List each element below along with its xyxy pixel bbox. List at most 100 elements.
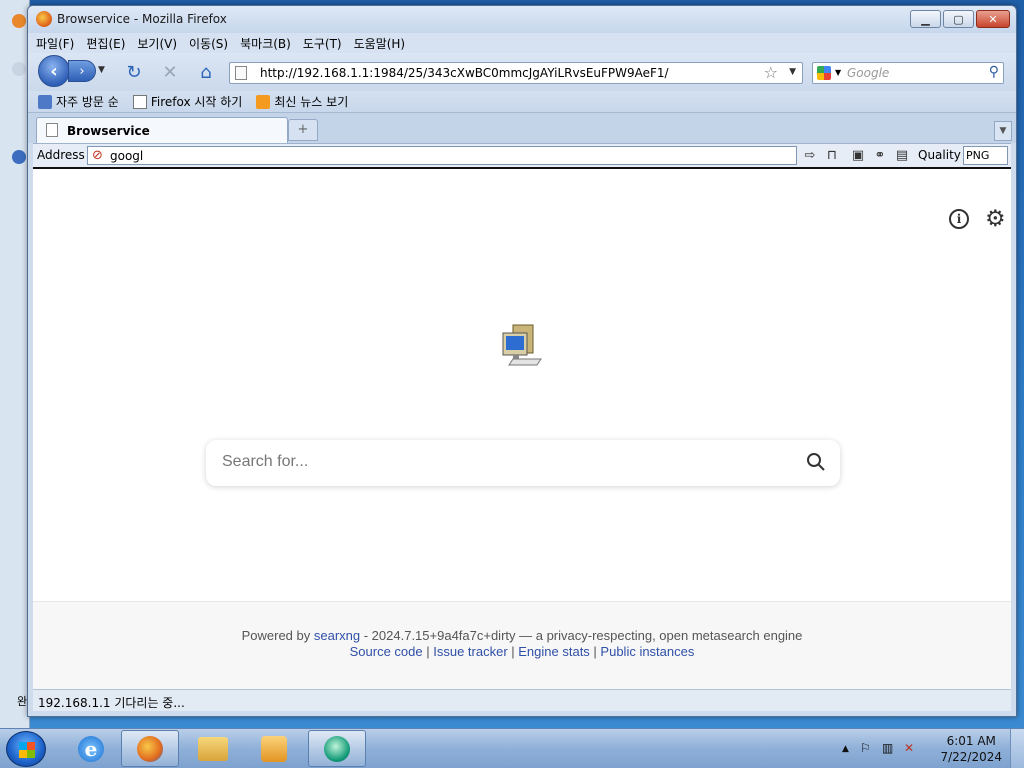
clock-date: 7/22/2024 <box>940 750 1002 764</box>
bookmark-label: Firefox 시작 하기 <box>150 95 243 109</box>
rss-icon <box>256 94 271 109</box>
find-icon[interactable]: ⚭ <box>871 147 889 165</box>
bookmark-label: 최신 뉴스 보기 <box>274 95 349 109</box>
menu-tools[interactable]: 도구(T) <box>303 35 342 52</box>
tab-browservice[interactable]: Browservice <box>36 117 288 143</box>
back-button-icon <box>12 62 26 76</box>
taskbar-app[interactable] <box>308 730 366 767</box>
taskbar-internet-explorer[interactable]: e <box>62 730 120 767</box>
search-icon[interactable]: ⚲ <box>989 64 999 80</box>
gear-icon[interactable]: ⚙ <box>985 207 1006 231</box>
title-bar[interactable]: Browservice - Mozilla Firefox ▁ ▢ ✕ <box>28 6 1016 33</box>
page-icon <box>132 94 147 109</box>
public-instances-link[interactable]: Public instances <box>600 644 694 659</box>
address-input[interactable]: ⊘ googl <box>87 146 797 165</box>
menu-help[interactable]: 도움말(H) <box>354 35 406 52</box>
back-button[interactable]: ‹ <box>38 55 70 87</box>
volume-muted-icon[interactable]: ✕ <box>904 741 914 755</box>
clipboard-icon[interactable]: ▤ <box>893 147 911 165</box>
bookmark-latest-headlines[interactable]: 최신 뉴스 보기 <box>256 93 348 110</box>
issue-tracker-link[interactable]: Issue tracker <box>433 644 507 659</box>
forward-arrow-icon: › <box>79 63 85 79</box>
address-label: Address <box>37 148 85 162</box>
menu-file[interactable]: 파일(F) <box>36 35 74 52</box>
search-placeholder[interactable]: Search for... <box>222 453 308 471</box>
menu-bookmarks[interactable]: 북마크(B) <box>240 35 291 52</box>
search-icon[interactable] <box>806 452 826 472</box>
firefox-window: Browservice - Mozilla Firefox ▁ ▢ ✕ 파일(F… <box>27 5 1017 717</box>
background-window-text: 완 <box>17 695 28 708</box>
search-placeholder[interactable]: Google <box>847 66 889 80</box>
internet-explorer-icon: e <box>78 735 104 762</box>
taskbar-explorer[interactable] <box>184 730 242 767</box>
save-icon[interactable]: ▣ <box>849 147 867 165</box>
status-text: 192.168.1.1 기다리는 중... <box>38 696 185 710</box>
app-icon <box>324 735 350 762</box>
back-forward-group: ‹ › ▼ <box>38 55 114 87</box>
clock[interactable]: 6:01 AM 7/22/2024 <box>940 733 1002 765</box>
back-arrow-icon: ‹ <box>50 60 58 82</box>
address-value[interactable]: googl <box>110 149 143 163</box>
web-content: i ⚙ Search for... Powered by searxng - 2… <box>33 167 1011 691</box>
page-top-icons: i ⚙ <box>931 207 1011 233</box>
bookmark-getting-started[interactable]: Firefox 시작 하기 <box>132 93 243 110</box>
system-tray: ▲ ⚐ ▥ ✕ 6:01 AM 7/22/2024 <box>834 729 1024 768</box>
url-bar[interactable]: http://192.168.1.1:1984/25/343cXwBC0mmcJ… <box>229 62 803 84</box>
taskbar-firefox[interactable] <box>121 730 179 767</box>
menu-view[interactable]: 보기(V) <box>137 35 177 52</box>
stop-icon[interactable]: ✕ <box>160 62 180 83</box>
taskbar: e ▲ ⚐ ▥ ✕ 6:01 AM 7/22/2024 <box>0 728 1024 768</box>
menu-go[interactable]: 이동(S) <box>189 35 228 52</box>
insecure-icon: ⊘ <box>92 148 103 163</box>
media-player-icon <box>261 735 287 762</box>
show-desktop-button[interactable] <box>1010 729 1024 768</box>
maximize-button[interactable]: ▢ <box>943 10 974 28</box>
bookmark-most-visited[interactable]: 자주 방문 순 <box>38 93 119 110</box>
page-footer: Powered by searxng - 2024.7.15+9a4fa7c+d… <box>33 601 1011 691</box>
url-text[interactable]: http://192.168.1.1:1984/25/343cXwBC0mmcJ… <box>260 66 669 80</box>
info-icon[interactable]: i <box>949 209 969 229</box>
close-button[interactable]: ✕ <box>976 10 1010 28</box>
bookmark-icon[interactable]: ⊓ <box>823 147 841 165</box>
reload-icon[interactable]: ↻ <box>124 62 144 83</box>
google-icon[interactable] <box>817 66 831 80</box>
footer-version: - 2024.7.15+9a4fa7c+dirty — a privacy-re… <box>360 628 803 643</box>
home-icon[interactable]: ⌂ <box>196 62 216 83</box>
go-arrow-icon[interactable]: ⇨ <box>801 147 819 165</box>
windows-logo-icon <box>19 742 35 758</box>
menu-edit[interactable]: 편집(E) <box>86 35 125 52</box>
start-button[interactable] <box>6 731 46 767</box>
forward-button[interactable]: › <box>68 60 96 82</box>
menu-bar: 파일(F) 편집(E) 보기(V) 이동(S) 북마크(B) 도구(T) 도움말… <box>28 33 1016 53</box>
firefox-icon <box>12 14 26 28</box>
clock-time: 6:01 AM <box>946 734 996 748</box>
tab-label: Browservice <box>67 124 150 138</box>
page-icon <box>235 66 247 80</box>
footer-line: Powered by searxng - 2024.7.15+9a4fa7c+d… <box>33 628 1011 643</box>
bookmarks-toolbar: 자주 방문 순 Firefox 시작 하기 최신 뉴스 보기 <box>28 91 1016 113</box>
firefox-icon <box>137 735 163 762</box>
search-bar[interactable]: ▼ Google ⚲ <box>812 62 1004 84</box>
tab-list-button[interactable]: ▼ <box>994 121 1012 141</box>
show-hidden-icons-icon[interactable]: ▲ <box>842 744 849 754</box>
network-icon[interactable]: ▥ <box>882 741 893 755</box>
quality-select[interactable]: PNG <box>963 146 1008 165</box>
minimize-button[interactable]: ▁ <box>910 10 941 28</box>
search-engine-dropdown-icon[interactable]: ▼ <box>835 68 841 77</box>
taskbar-media-player[interactable] <box>245 730 303 767</box>
history-dropdown-icon[interactable]: ▼ <box>98 65 105 75</box>
searxng-search-box[interactable]: Search for... <box>206 440 840 486</box>
firefox-icon <box>36 11 52 27</box>
source-code-link[interactable]: Source code <box>350 644 423 659</box>
most-visited-icon <box>38 94 52 109</box>
quality-label: Quality <box>918 148 961 162</box>
action-center-flag-icon[interactable]: ⚐ <box>860 741 871 755</box>
new-tab-button[interactable]: + <box>288 119 318 141</box>
page-icon <box>46 123 58 137</box>
engine-stats-link[interactable]: Engine stats <box>518 644 590 659</box>
searxng-link[interactable]: searxng <box>314 628 360 643</box>
browservice-address-bar: Address ⊘ googl ⇨ ⊓ ▣ ⚭ ▤ Quality PNG <box>33 143 1011 167</box>
bookmark-star-icon[interactable]: ☆ <box>764 63 778 82</box>
window-controls: ▁ ▢ ✕ <box>910 10 1010 28</box>
url-dropdown-icon[interactable]: ▼ <box>789 67 796 77</box>
